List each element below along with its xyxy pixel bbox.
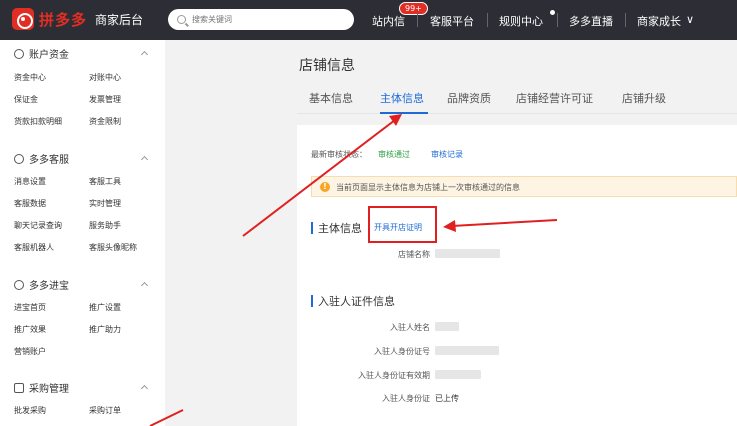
redacted-value xyxy=(435,249,500,258)
sidebar-section-duoduo-jinbao[interactable]: 多多进宝 xyxy=(14,277,69,292)
redacted-value xyxy=(435,322,459,331)
sidebar-item[interactable]: 实时管理 xyxy=(89,198,121,209)
sidebar-section-title: 账户资金 xyxy=(29,50,69,61)
sidebar-item[interactable]: 客服工具 xyxy=(89,176,121,187)
field-label-applicant-name: 入驻人姓名 xyxy=(390,323,430,332)
nav-divider xyxy=(625,13,626,27)
chevron-down-icon[interactable]: ∨ xyxy=(686,13,694,26)
sidebar-item[interactable]: 采购订单 xyxy=(89,405,121,416)
section-marker xyxy=(311,295,313,307)
top-bar: 拼多多 商家后台 站内信 99+ 客服平台 规则中心 多多直播 商家成长 ∨ xyxy=(0,0,737,40)
sidebar-item[interactable]: 客服数据 xyxy=(14,198,46,209)
audit-record-link[interactable]: 审核记录 xyxy=(431,149,463,160)
sidebar-item[interactable]: 客服机器人 xyxy=(14,242,54,253)
sidebar-item[interactable]: 推广设置 xyxy=(89,302,121,313)
sidebar-section-customer-service[interactable]: 多多客服 xyxy=(14,151,69,166)
sidebar-item[interactable]: 发票管理 xyxy=(89,94,121,105)
sidebar-section-title: 多多进宝 xyxy=(29,281,69,292)
nav-divider xyxy=(417,13,418,27)
notice-bar: ! 当前页面显示主体信息为店铺上一次审核通过的信息 xyxy=(311,176,737,197)
field-label-id-validity: 入驻人身份证有效期 xyxy=(358,371,430,380)
sidebar-section-title: 多多客服 xyxy=(29,155,69,166)
sidebar-item[interactable]: 对账中心 xyxy=(89,72,121,83)
sidebar-section-purchase[interactable]: 采购管理 xyxy=(14,380,69,395)
search-input[interactable] xyxy=(192,15,342,24)
sidebar-section-account-funds[interactable]: 账户资金 xyxy=(14,46,69,61)
cert-section-title: 入驻人证件信息 xyxy=(318,295,395,308)
page-title: 店铺信息 xyxy=(299,58,355,74)
notice-text: 当前页面显示主体信息为店铺上一次审核通过的信息 xyxy=(336,183,520,192)
search-icon xyxy=(177,15,186,24)
field-value-id-card: 已上传 xyxy=(435,394,459,403)
nav-inbox[interactable]: 站内信 xyxy=(372,13,405,29)
field-label-store-name: 店铺名称 xyxy=(398,250,430,259)
redacted-value xyxy=(435,370,481,379)
redacted-value xyxy=(435,346,499,355)
logo-text: 拼多多 xyxy=(39,10,88,29)
sidebar-item[interactable]: 货款扣款明细 xyxy=(14,116,62,127)
new-dot-icon xyxy=(550,10,555,15)
annotation-highlight-box xyxy=(368,206,437,243)
tab-business-license[interactable]: 店铺经营许可证 xyxy=(516,90,593,106)
audit-status-label: 最新审核状态： xyxy=(311,150,367,159)
sidebar-item[interactable]: 批发采购 xyxy=(14,405,46,416)
tab-store-upgrade[interactable]: 店铺升级 xyxy=(622,90,666,106)
warning-icon: ! xyxy=(320,182,330,192)
nav-rules-center[interactable]: 规则中心 xyxy=(499,13,543,29)
sidebar-item[interactable]: 保证金 xyxy=(14,94,38,105)
nav-live[interactable]: 多多直播 xyxy=(569,13,613,29)
tab-brand-qualification[interactable]: 品牌资质 xyxy=(447,90,491,106)
tab-entity-info[interactable]: 主体信息 xyxy=(380,90,424,106)
tab-basic-info[interactable]: 基本信息 xyxy=(309,90,353,106)
nav-divider xyxy=(487,13,488,27)
logo-subtitle: 商家后台 xyxy=(95,12,144,27)
purchase-icon xyxy=(14,382,24,393)
pinduoduo-logo-icon xyxy=(12,8,34,30)
headset-icon xyxy=(14,153,24,164)
logo[interactable]: 拼多多 商家后台 xyxy=(12,8,143,30)
nav-customer-service[interactable]: 客服平台 xyxy=(430,13,474,29)
sidebar-item[interactable]: 客服头像昵称 xyxy=(89,242,137,253)
nav-merchant-growth[interactable]: 商家成长 xyxy=(637,13,681,29)
promotion-icon xyxy=(14,279,24,290)
sidebar-item[interactable]: 服务助手 xyxy=(89,220,121,231)
tab-bar: 基本信息 主体信息 品牌资质 店铺经营许可证 店铺升级 xyxy=(297,82,737,114)
sidebar-section-title: 采购管理 xyxy=(29,384,69,395)
message-badge: 99+ xyxy=(399,2,428,15)
wallet-icon xyxy=(14,48,24,59)
sidebar-item[interactable]: 营销账户 xyxy=(14,346,46,357)
sidebar-item[interactable]: 资金限制 xyxy=(89,116,121,127)
sidebar-item[interactable]: 聊天记录查询 xyxy=(14,220,62,231)
sidebar-item[interactable]: 资金中心 xyxy=(14,72,46,83)
sidebar-item[interactable]: 推广效果 xyxy=(14,324,46,335)
search-box[interactable] xyxy=(168,9,354,30)
field-label-id-number: 入驻人身份证号 xyxy=(374,347,430,356)
section-marker xyxy=(311,222,313,234)
audit-status-value: 审核通过 xyxy=(378,150,410,159)
sidebar-item[interactable]: 进宝首页 xyxy=(14,302,46,313)
entity-section-title: 主体信息 xyxy=(318,222,362,235)
sidebar-item[interactable]: 消息设置 xyxy=(14,176,46,187)
field-label-id-card: 入驻人身份证 xyxy=(382,394,430,403)
nav-divider xyxy=(557,13,558,27)
sidebar-item[interactable]: 推广助力 xyxy=(89,324,121,335)
active-tab-indicator xyxy=(380,112,428,114)
